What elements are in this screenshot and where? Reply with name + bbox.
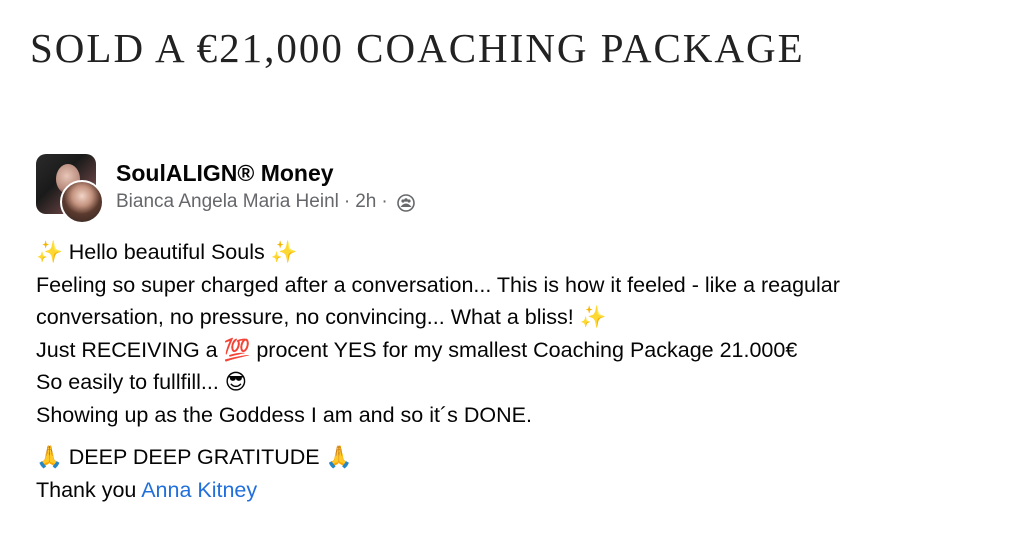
author-name-link[interactable]: Bianca Angela Maria Heinl: [116, 188, 339, 216]
post-line: Feeling so super charged after a convers…: [36, 272, 840, 297]
thanks-text: Thank you: [36, 477, 142, 502]
post-line: conversation, no pressure, no convincing…: [36, 305, 607, 329]
post-timestamp[interactable]: 2h: [355, 188, 376, 216]
post-line: So easily to fullfill... 😎: [36, 370, 248, 394]
meta-separator: ·: [343, 191, 351, 212]
group-name-link[interactable]: SoulALIGN® Money: [116, 158, 415, 188]
meta-separator: ·: [381, 191, 388, 212]
thanks-line: Thank you Anna Kitney: [36, 474, 1016, 507]
post-line: ✨ Hello beautiful Souls ✨: [36, 240, 298, 264]
post-header-text: SoulALIGN® Money Bianca Angela Maria Hei…: [116, 158, 415, 216]
author-avatar[interactable]: [60, 180, 104, 224]
group-members-icon[interactable]: [396, 193, 415, 212]
mention-link[interactable]: Anna Kitney: [141, 478, 257, 502]
post-header: SoulALIGN® Money Bianca Angela Maria Hei…: [36, 154, 415, 224]
post-body: ✨ Hello beautiful Souls ✨ Feeling so sup…: [36, 236, 1016, 506]
page-headline: SOLD A €21,000 COACHING PACKAGE: [30, 25, 805, 71]
post-meta: Bianca Angela Maria Heinl · 2h ·: [116, 188, 415, 216]
gratitude-line: 🙏 DEEP DEEP GRATITUDE 🙏: [36, 445, 353, 469]
post-line: Showing up as the Goddess I am and so it…: [36, 402, 532, 427]
avatar-stack[interactable]: [36, 154, 104, 224]
post-line: Just RECEIVING a 💯 procent YES for my sm…: [36, 337, 798, 362]
